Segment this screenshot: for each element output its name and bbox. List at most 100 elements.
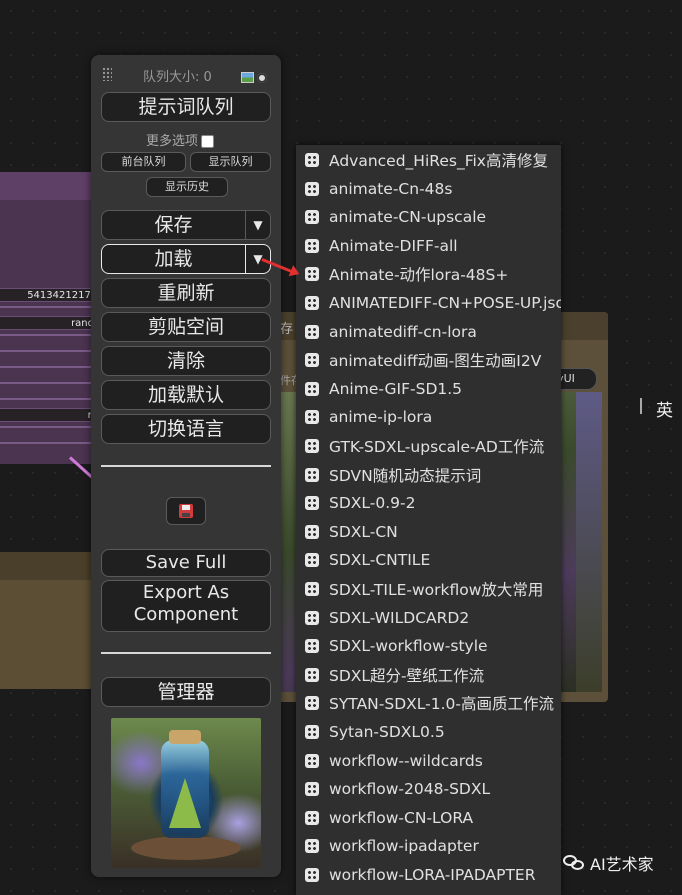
panel-icons: [241, 67, 267, 86]
workflow-icon: [305, 153, 319, 167]
node-divider: [0, 398, 100, 400]
workflow-icon: [305, 296, 319, 310]
preview-thumbnail[interactable]: [111, 718, 261, 868]
gear-icon[interactable]: [257, 72, 267, 83]
export-component-line2: Component: [133, 604, 239, 625]
workflow-list-item[interactable]: animate-Cn-48s: [296, 175, 561, 203]
workflow-list-item[interactable]: SDXL-workflow-style: [296, 632, 561, 660]
workflow-list-item[interactable]: workflow-CN-LORA: [296, 804, 561, 832]
thumbnail-base: [131, 836, 241, 860]
show-queue-button[interactable]: 显示队列: [190, 152, 271, 172]
workflow-list-item[interactable]: animatediff-cn-lora: [296, 318, 561, 346]
workflow-list-item[interactable]: SYTAN-SDXL-1.0-高画质工作流: [296, 689, 561, 717]
workflow-name: workflow-CN-LORA: [329, 808, 474, 827]
load-default-button[interactable]: 加载默认: [101, 380, 271, 410]
workflow-name: workflow-2048-SDXL: [329, 780, 491, 799]
workflow-icon: [305, 696, 319, 711]
workflow-list-item[interactable]: Animate-DIFF-all: [296, 232, 561, 260]
workflow-list-item[interactable]: SDXL-CNTILE: [296, 546, 561, 574]
workflow-name: Animate-DIFF-all: [329, 236, 458, 255]
workflow-list-item[interactable]: workflow-ipadapter: [296, 832, 561, 860]
workflow-list-item[interactable]: Animate-动作lora-48S+: [296, 260, 561, 288]
background-node-purple: 5413421217’ rand n: [0, 172, 100, 464]
save-image-button[interactable]: [166, 497, 206, 525]
workflow-name: workflow-ipadapter: [329, 837, 479, 856]
prompt-queue-button[interactable]: 提示词队列: [101, 92, 271, 122]
clipspace-button[interactable]: 剪贴空间: [101, 312, 271, 342]
workflow-icon: [305, 639, 319, 654]
workflow-list-item[interactable]: animate-CN-upscale: [296, 203, 561, 231]
background-node-brown: [0, 552, 100, 689]
watermark-text: AI艺术家: [590, 855, 654, 874]
workflow-list-item[interactable]: workflow-2048-SDXL: [296, 775, 561, 803]
workflow-list-item[interactable]: SDXL-TILE-workflow放大常用: [296, 575, 561, 603]
workflow-icon: [305, 467, 319, 482]
workflow-name: SDXL-CN: [329, 522, 398, 541]
workflow-icon: [305, 753, 319, 768]
workflow-name: anime-ip-lora: [329, 408, 433, 427]
workflow-icon: [305, 553, 319, 568]
node-divider: [0, 442, 100, 444]
workflow-name: workflow--wildcards: [329, 751, 483, 770]
workflow-list-item[interactable]: Advanced_HiRes_Fix高清修复: [296, 146, 561, 174]
workflow-list-item[interactable]: workflow--wildcards: [296, 747, 561, 775]
workflow-icon: [305, 810, 319, 825]
workflow-list-item[interactable]: SDXL-CN: [296, 518, 561, 546]
workflow-icon: [305, 181, 319, 196]
switch-language-button[interactable]: 切换语言: [101, 414, 271, 444]
workflow-list-item[interactable]: animatediff动画-图生动画I2V: [296, 346, 561, 374]
drag-handle[interactable]: [102, 67, 112, 81]
node-image-preview-edge: [576, 392, 602, 692]
workflow-icon: [305, 324, 319, 339]
workflow-list-item[interactable]: ANIMATEDIFF-CN+POSE-UP.json: [296, 289, 561, 317]
workflow-list-item[interactable]: GTK-SDXL-upscale-AD工作流: [296, 432, 561, 460]
show-history-button[interactable]: 显示历史: [146, 177, 228, 197]
image-icon[interactable]: [241, 72, 254, 83]
workflow-list-item[interactable]: anime-ip-lora: [296, 403, 561, 431]
workflow-list-item[interactable]: Anime-GIF-SD1.5: [296, 375, 561, 403]
workflow-name: SDXL-WILDCARD2: [329, 608, 470, 627]
workflow-load-dropdown: Advanced_HiRes_Fix高清修复 animate-Cn-48s anim…: [296, 145, 561, 895]
thumbnail-lid: [169, 730, 201, 744]
export-component-line1: Export As: [142, 582, 230, 603]
workflow-list-item[interactable]: workflow-LORA-IPADAPTER: [296, 861, 561, 889]
workflow-icon: [305, 210, 319, 225]
save-dropdown-arrow[interactable]: ▼: [245, 210, 271, 240]
workflow-list-item[interactable]: SDXL超分-壁纸工作流: [296, 661, 561, 689]
workflow-list-item[interactable]: SDXL-WILDCARD2: [296, 604, 561, 632]
refresh-button[interactable]: 重刷新: [101, 278, 271, 308]
workflow-name: workflow-LORA-IPADAPTER: [329, 866, 536, 884]
node-title-fragment: 存: [280, 322, 294, 337]
clear-button[interactable]: 清除: [101, 346, 271, 376]
thumbnail-tree: [169, 778, 201, 828]
node-widget: n: [0, 408, 100, 422]
node-divider: [0, 382, 100, 384]
watermark: AI艺术家: [563, 851, 654, 875]
menu-divider: [101, 465, 271, 467]
export-component-button[interactable]: Export As Component: [101, 580, 271, 632]
front-queue-button[interactable]: 前台队列: [101, 152, 186, 172]
workflow-name: SDXL-0.9-2: [329, 494, 416, 513]
load-button[interactable]: 加载: [101, 244, 246, 274]
save-button[interactable]: 保存: [101, 210, 246, 240]
workflow-name: SDXL-workflow-style: [329, 637, 488, 656]
save-split-button: 保存 ▼: [101, 210, 271, 240]
workflow-list-item[interactable]: SDXL-0.9-2: [296, 489, 561, 517]
workflow-name: animatediff动画-图生动画I2V: [329, 352, 542, 371]
workflow-icon: [305, 524, 319, 539]
node-divider: [0, 350, 100, 352]
floppy-disk-icon: [179, 504, 193, 518]
workflow-name: Animate-动作lora-48S+: [329, 266, 509, 285]
save-full-button[interactable]: Save Full: [101, 549, 271, 577]
seed-widget: 5413421217’: [0, 288, 100, 302]
workflow-name: SYTAN-SDXL-1.0-高画质工作流: [329, 695, 554, 714]
node-divider: [0, 306, 100, 308]
workflow-list-item[interactable]: Sytan-SDXL0.5: [296, 718, 561, 746]
more-options-checkbox[interactable]: [201, 135, 215, 148]
manager-button[interactable]: 管理器: [101, 677, 271, 707]
workflow-name: Advanced_HiRes_Fix高清修复: [329, 152, 548, 170]
workflow-name: animate-CN-upscale: [329, 208, 487, 227]
workflow-icon: [305, 582, 319, 596]
workflow-list-item[interactable]: SDVN随机动态提示词: [296, 461, 561, 489]
queue-size-label: 队列大小: 0: [143, 70, 212, 85]
